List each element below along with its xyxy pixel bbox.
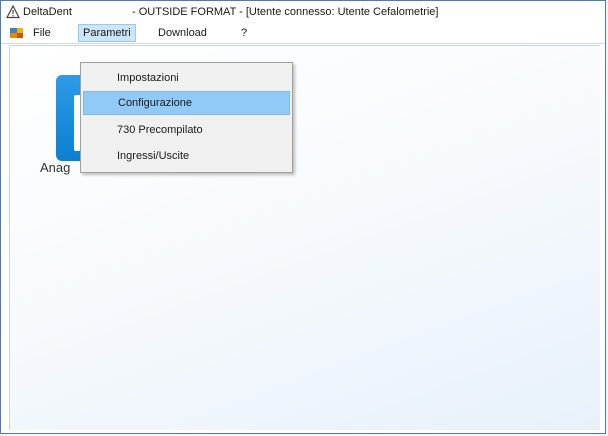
menu-help[interactable]: ? <box>237 25 251 41</box>
warning-triangle-icon <box>6 4 20 19</box>
menuitem-impostazioni[interactable]: Impostazioni <box>83 66 290 90</box>
title-bar: DeltaDent - OUTSIDE FORMAT - [Utente con… <box>1 1 605 23</box>
window-title: - OUTSIDE FORMAT - [Utente connesso: Ute… <box>132 6 439 18</box>
menu-parametri[interactable]: Parametri <box>78 24 136 42</box>
shortcut-label[interactable]: Anag <box>40 160 70 175</box>
app-menu-icon[interactable] <box>9 26 25 40</box>
menuitem-configurazione[interactable]: Configurazione <box>83 91 290 115</box>
menuitem-ingressi-uscite[interactable]: Ingressi/Uscite <box>83 144 290 168</box>
window-title-app: DeltaDent <box>23 6 72 18</box>
menuitem-730-precompilato[interactable]: 730 Precompilato <box>83 118 290 142</box>
menu-download[interactable]: Download <box>154 25 211 41</box>
parametri-dropdown: Impostazioni Configurazione 730 Precompi… <box>80 62 293 173</box>
menu-file[interactable]: File <box>29 25 55 41</box>
menu-bar: File Parametri Download ? <box>1 23 605 44</box>
app-window: DeltaDent - OUTSIDE FORMAT - [Utente con… <box>0 0 606 434</box>
